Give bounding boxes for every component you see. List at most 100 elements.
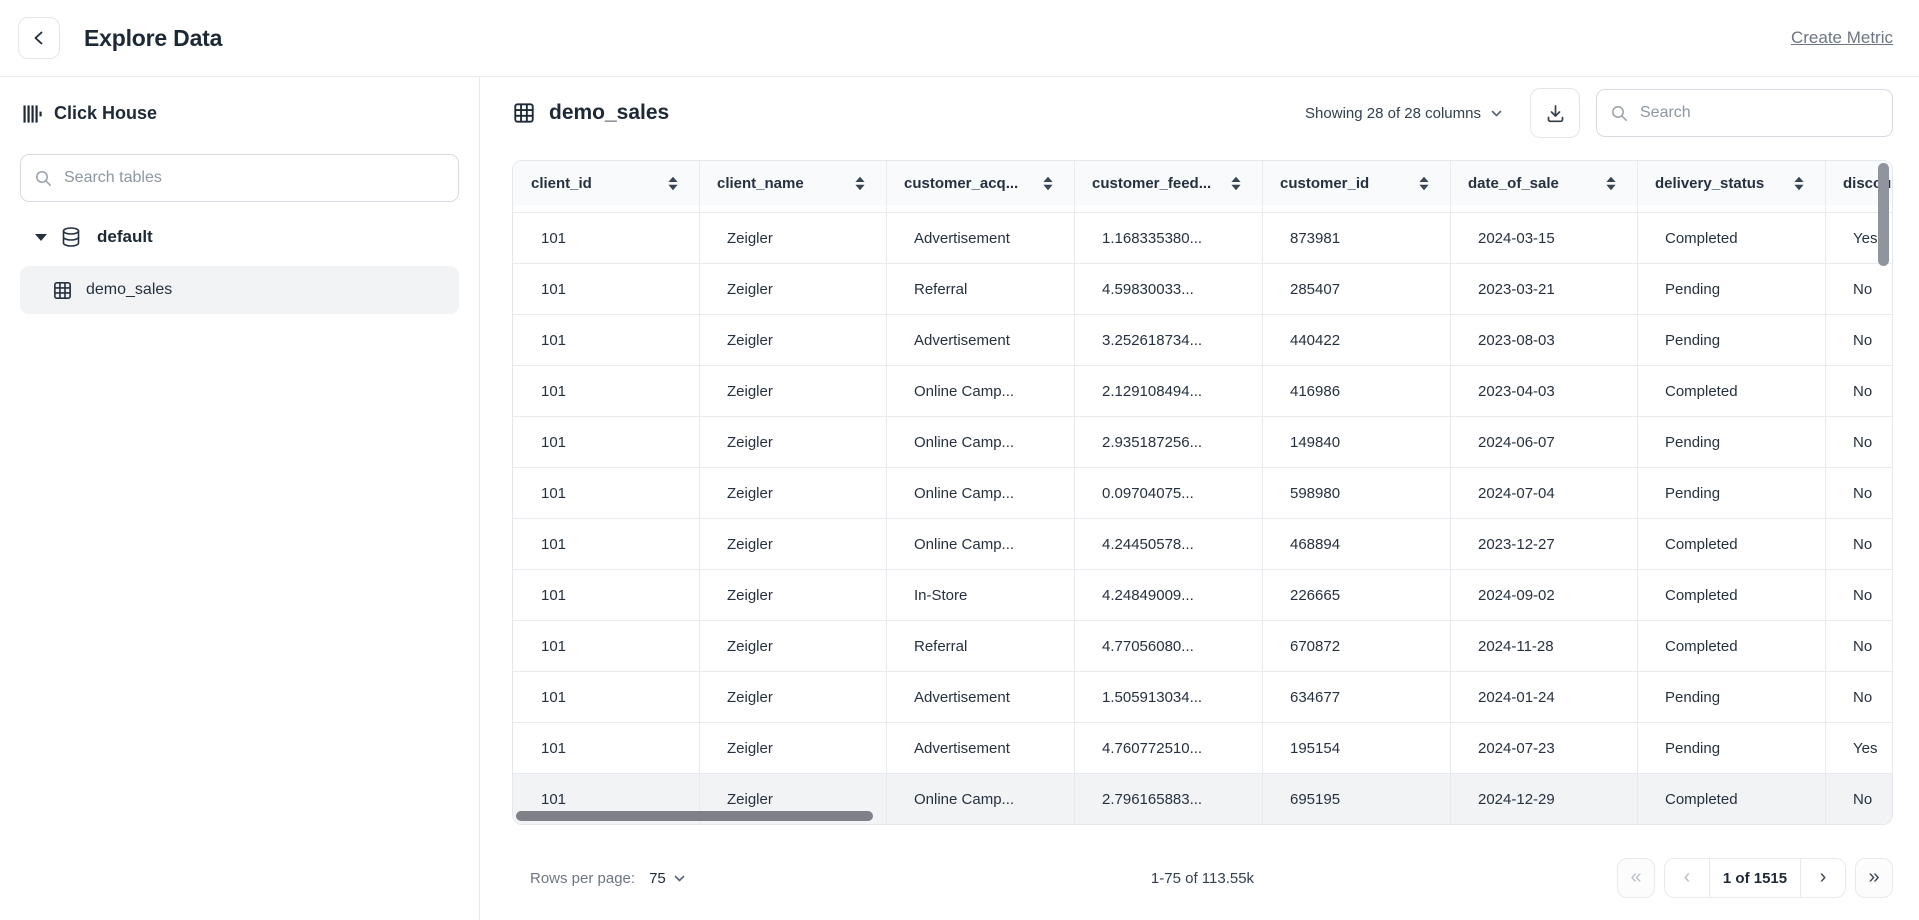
table-cell: Referral <box>886 264 1074 314</box>
table-cell: Advertisement <box>886 723 1074 773</box>
column-header-date_of_sale[interactable]: date_of_sale <box>1450 161 1637 205</box>
column-header-label: client_name <box>717 175 804 192</box>
chevron-down-icon <box>673 872 686 885</box>
table-cell: 2023-08-03 <box>1450 315 1637 365</box>
columns-visibility-dropdown[interactable]: Showing 28 of 28 columns <box>1305 105 1503 122</box>
table-search-input[interactable] <box>62 168 444 188</box>
table-cell: Zeigler <box>699 468 886 518</box>
column-divider <box>886 161 887 824</box>
sidebar-item-demo-sales[interactable]: demo_sales <box>20 266 459 314</box>
create-metric-link[interactable]: Create Metric <box>1791 28 1893 48</box>
sort-icon <box>1418 176 1430 191</box>
pagination-group: ‹ 1 of 1515 › <box>1664 858 1846 898</box>
table-cell: 101 <box>513 621 699 671</box>
table-row: 101ZeiglerOnline Camp...0.09704075...598… <box>513 467 1892 518</box>
rows-per-page-value: 75 <box>649 870 666 887</box>
table-cell: Zeigler <box>699 570 886 620</box>
table-row: 101ZeiglerOnline Camp...2.935187256...14… <box>513 416 1892 467</box>
column-divider <box>1637 161 1638 824</box>
table-cell: 101 <box>513 264 699 314</box>
table-cell: 4.24849009... <box>1074 570 1262 620</box>
tree-node-default-database[interactable]: default <box>20 220 459 254</box>
table-cell: 2024-12-29 <box>1450 774 1637 824</box>
table-cell: 416986 <box>1262 366 1450 416</box>
table-cell: 2024-06-07 <box>1450 417 1637 467</box>
table-cell: Zeigler <box>699 315 886 365</box>
table-cell: 2024-03-15 <box>1450 213 1637 263</box>
table-cell: 4.77056080... <box>1074 621 1262 671</box>
search-icon <box>35 170 52 187</box>
table-cell: Yes <box>1825 723 1893 773</box>
toolbar-right: Showing 28 of 28 columns <box>1305 88 1893 138</box>
pagination-next-button[interactable]: › <box>1801 859 1845 897</box>
table-cell: Completed <box>1637 570 1825 620</box>
table-header-gap <box>513 205 1892 212</box>
table-cell: 101 <box>513 366 699 416</box>
columns-summary-label: Showing 28 of 28 columns <box>1305 105 1481 122</box>
table-cell: 2.129108494... <box>1074 366 1262 416</box>
table-cell: 101 <box>513 723 699 773</box>
table-row: 101ZeiglerIn-Store4.24849009...226665202… <box>513 569 1892 620</box>
chevron-left-icon <box>30 29 48 47</box>
table-cell: Referral <box>886 621 1074 671</box>
column-header-customer_feed[interactable]: customer_feed... <box>1074 161 1262 205</box>
column-header-client_name[interactable]: client_name <box>699 161 886 205</box>
table-row: 101ZeiglerOnline Camp...2.129108494...41… <box>513 365 1892 416</box>
table-cell: No <box>1825 774 1893 824</box>
column-divider <box>1262 161 1263 824</box>
table-cell: 101 <box>513 213 699 263</box>
vertical-scrollbar-thumb[interactable] <box>1878 163 1889 266</box>
table-cell: 101 <box>513 570 699 620</box>
table-cell: Completed <box>1637 213 1825 263</box>
rows-per-page-select[interactable]: 75 <box>649 870 686 887</box>
table-row: 101ZeiglerAdvertisement4.760772510...195… <box>513 722 1892 773</box>
column-header-customer_id[interactable]: customer_id <box>1262 161 1450 205</box>
table-row: 101ZeiglerAdvertisement3.252618734...440… <box>513 314 1892 365</box>
column-header-delivery_status[interactable]: delivery_status <box>1637 161 1825 205</box>
table-cell: 4.59830033... <box>1074 264 1262 314</box>
table-row: 101ZeiglerReferral4.77056080...670872202… <box>513 620 1892 671</box>
column-header-label: customer_acq... <box>904 175 1018 192</box>
chevron-down-icon <box>1490 107 1503 120</box>
sidebar: Click House default demo_sales <box>0 77 480 920</box>
table-cell: In-Store <box>886 570 1074 620</box>
table-cell: 2.935187256... <box>1074 417 1262 467</box>
table-body: 101ZeiglerAdvertisement1.168335380...873… <box>513 212 1892 824</box>
table-cell: 4.760772510... <box>1074 723 1262 773</box>
search-icon <box>1611 105 1628 122</box>
table-cell: 2023-03-21 <box>1450 264 1637 314</box>
table-cell: Pending <box>1637 468 1825 518</box>
column-header-client_id[interactable]: client_id <box>513 161 699 205</box>
table-cell: 2023-04-03 <box>1450 366 1637 416</box>
horizontal-scrollbar-thumb[interactable] <box>516 811 873 821</box>
sort-icon <box>1793 176 1805 191</box>
table-cell: Zeigler <box>699 723 886 773</box>
table-cell: 101 <box>513 468 699 518</box>
rows-per-page: Rows per page: 75 <box>512 870 686 887</box>
table-cell: 195154 <box>1262 723 1450 773</box>
pagination-prev-button[interactable]: ‹ <box>1665 859 1709 897</box>
table-cell: 226665 <box>1262 570 1450 620</box>
table-cell: 149840 <box>1262 417 1450 467</box>
table-cell: 2023-12-27 <box>1450 519 1637 569</box>
column-header-customer_acq[interactable]: customer_acq... <box>886 161 1074 205</box>
back-button[interactable] <box>18 17 60 59</box>
table-cell: Online Camp... <box>886 417 1074 467</box>
download-button[interactable] <box>1530 88 1580 138</box>
column-divider <box>1450 161 1451 824</box>
data-search-input[interactable] <box>1638 103 1878 123</box>
table-cell: Advertisement <box>886 213 1074 263</box>
pagination-first-button[interactable]: « <box>1617 858 1655 898</box>
table-cell: Completed <box>1637 621 1825 671</box>
column-divider <box>1074 161 1075 824</box>
table-cell: 3.252618734... <box>1074 315 1262 365</box>
datasource-header: Click House <box>20 103 459 124</box>
rows-per-page-label: Rows per page: <box>530 870 635 887</box>
table-cell: 4.24450578... <box>1074 519 1262 569</box>
table-cell: Completed <box>1637 774 1825 824</box>
table-cell: 670872 <box>1262 621 1450 671</box>
column-header-label: customer_id <box>1280 175 1369 192</box>
table-cell: Zeigler <box>699 264 886 314</box>
pagination-last-button[interactable]: » <box>1855 858 1893 898</box>
sidebar-item-label: demo_sales <box>86 281 172 299</box>
